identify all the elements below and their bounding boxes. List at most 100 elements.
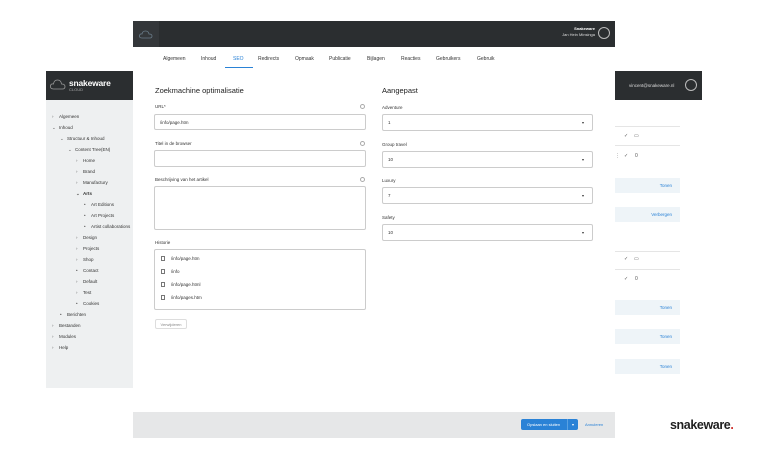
sidebar: snakeware CLOUD › Algemeen ⌄ Inhoud ⌄ Struc… — [46, 71, 133, 388]
user-info: Snakeware Jan Hein Minsinga — [562, 26, 595, 38]
chevron-right-icon: › — [52, 345, 54, 350]
history-item[interactable]: /info/page.htm — [161, 256, 200, 262]
chevron-right-icon: › — [76, 257, 78, 262]
sidebar-item-art-projects[interactable]: • Art Projects — [84, 213, 114, 218]
check-icon: ✓ — [624, 256, 629, 262]
sidebar-item-shop[interactable]: › Shop — [76, 257, 94, 262]
bullet-icon: • — [84, 202, 86, 207]
tab-reacties[interactable]: Reacties — [401, 56, 420, 62]
active-tab-indicator — [225, 67, 253, 68]
check-icon: ✓ — [624, 133, 629, 139]
group-travel-select[interactable]: 10 ▾ — [382, 151, 593, 168]
count-value: 0 — [635, 153, 638, 159]
caret-down-icon: ▾ — [581, 230, 584, 235]
sidebar-item-content-tree[interactable]: ⌄ Content Tree(EN) — [68, 147, 110, 153]
avatar-icon[interactable] — [685, 79, 697, 91]
avatar-icon[interactable] — [598, 27, 610, 39]
tab-seo[interactable]: SEO — [233, 56, 244, 62]
document-icon — [161, 295, 165, 301]
cloud-icon — [50, 79, 66, 90]
sidebar-item-brand[interactable]: › Brand — [76, 169, 95, 174]
show-button[interactable]: Tonen — [615, 300, 680, 315]
chevron-down-icon: ⌄ — [52, 125, 56, 130]
chevron-down-icon: ⌄ — [76, 191, 80, 196]
comment-icon: ▭ — [634, 133, 639, 139]
show-button[interactable]: Tonen — [615, 178, 680, 193]
check-icon: ✓ — [624, 276, 629, 282]
show-button[interactable]: Tonen — [615, 329, 680, 344]
luxury-select[interactable]: 7 ▾ — [382, 187, 593, 204]
description-label: Beschrijving van het artikel — [155, 177, 209, 182]
tab-gebruikers[interactable]: Gebruikers — [436, 56, 460, 62]
url-input[interactable]: /info/page.htm — [154, 114, 366, 130]
sidebar-item-algemeen[interactable]: › Algemeen — [52, 114, 79, 119]
sidebar-item-structuur[interactable]: ⌄ Structuur & Inhoud — [60, 136, 105, 142]
url-label: URL* — [155, 104, 166, 109]
sidebar-item-test[interactable]: › Test — [76, 290, 91, 295]
sidebar-item-default[interactable]: › Default — [76, 279, 97, 284]
chevron-down-icon: ⌄ — [60, 136, 64, 141]
save-and-close-button[interactable]: Opslaan en sluiten ▾ — [521, 419, 578, 430]
sidebar-item-cookies[interactable]: • Cookies — [76, 301, 99, 306]
sidebar-item-inhoud[interactable]: ⌄ Inhoud — [52, 125, 73, 131]
delete-button[interactable]: Verwijderen — [155, 319, 187, 329]
caret-down-icon: ▾ — [581, 193, 584, 198]
divider — [615, 126, 680, 127]
info-icon[interactable] — [360, 177, 365, 182]
tab-bijlagen[interactable]: Bijlagen — [367, 56, 385, 62]
title-label: Titel in de browser — [155, 141, 192, 146]
safety-label: Safety — [382, 215, 395, 220]
sidebar-item-contact[interactable]: • Contact — [76, 268, 99, 273]
info-icon[interactable] — [360, 104, 365, 109]
chevron-right-icon: › — [52, 323, 54, 328]
chevron-down-icon[interactable]: ▾ — [567, 419, 578, 430]
comment-icon: ▭ — [634, 256, 639, 262]
check-icon: ✓ — [624, 153, 629, 159]
tab-inhoud[interactable]: Inhoud — [201, 56, 216, 62]
document-icon — [161, 269, 165, 275]
description-textarea[interactable] — [154, 186, 366, 230]
title-input[interactable] — [154, 150, 366, 167]
tab-gebruik[interactable]: Gebruik — [477, 56, 495, 62]
sidebar-item-manufactury[interactable]: › Manufactury — [76, 180, 108, 185]
sidebar-item-artist-collaborations[interactable]: • Artist collaborations — [84, 224, 130, 229]
sidebar-item-bestanden[interactable]: › Bestanden — [52, 323, 81, 328]
divider — [615, 251, 680, 252]
chevron-right-icon: › — [76, 180, 78, 185]
tab-opmaak[interactable]: Opmaak — [295, 56, 314, 62]
tab-redirects[interactable]: Redirects — [258, 56, 279, 62]
safety-select[interactable]: 10 ▾ — [382, 224, 593, 241]
hide-button[interactable]: Verbergen — [615, 207, 680, 222]
save-button-label: Opslaan en sluiten — [527, 422, 561, 427]
sidebar-brand: snakeware CLOUD — [46, 71, 133, 100]
sidebar-item-projects[interactable]: › Projects — [76, 246, 99, 251]
tab-publicatie[interactable]: Publicatie — [329, 56, 351, 62]
show-button[interactable]: Tonen — [615, 359, 680, 374]
chevron-right-icon: › — [76, 279, 78, 284]
history-item[interactable]: /info — [161, 269, 180, 275]
info-icon[interactable] — [360, 141, 365, 146]
custom-heading: Aangepast — [382, 86, 418, 95]
sidebar-item-help[interactable]: › Help — [52, 345, 68, 350]
group-travel-label: Group travel — [382, 142, 407, 147]
tab-algemeen[interactable]: Algemeen — [163, 56, 186, 62]
sidebar-item-arts[interactable]: ⌄ Arts — [76, 191, 92, 197]
history-item[interactable]: /info/page.html — [161, 282, 201, 288]
user-subtitle: Jan Hein Minsinga — [562, 32, 595, 37]
tab-bar: Algemeen Inhoud SEO Redirects Opmaak Pub… — [133, 52, 615, 68]
luxury-label: Luxury — [382, 178, 396, 183]
adventure-select[interactable]: 1 ▾ — [382, 114, 593, 131]
history-label: Historie — [155, 240, 171, 245]
user-email: vincent@snakeware.nl — [629, 83, 675, 88]
history-item[interactable]: /info/pages.htm — [161, 295, 202, 301]
cancel-link[interactable]: Annuleren — [585, 422, 603, 427]
sidebar-item-art-editions[interactable]: • Art Editions — [84, 202, 114, 207]
sidebar-item-berichten[interactable]: • Berichten — [60, 312, 86, 317]
sidebar-item-modules[interactable]: › Modules — [52, 334, 76, 339]
history-list: /info/page.htm /info /info/page.html /in… — [154, 249, 366, 310]
sidebar-item-home[interactable]: › Home — [76, 158, 95, 163]
sidebar-item-design[interactable]: › Design — [76, 235, 97, 240]
document-icon — [161, 256, 165, 262]
top-bar: Snakeware Jan Hein Minsinga — [133, 21, 615, 47]
cloud-logo-icon — [133, 21, 159, 47]
